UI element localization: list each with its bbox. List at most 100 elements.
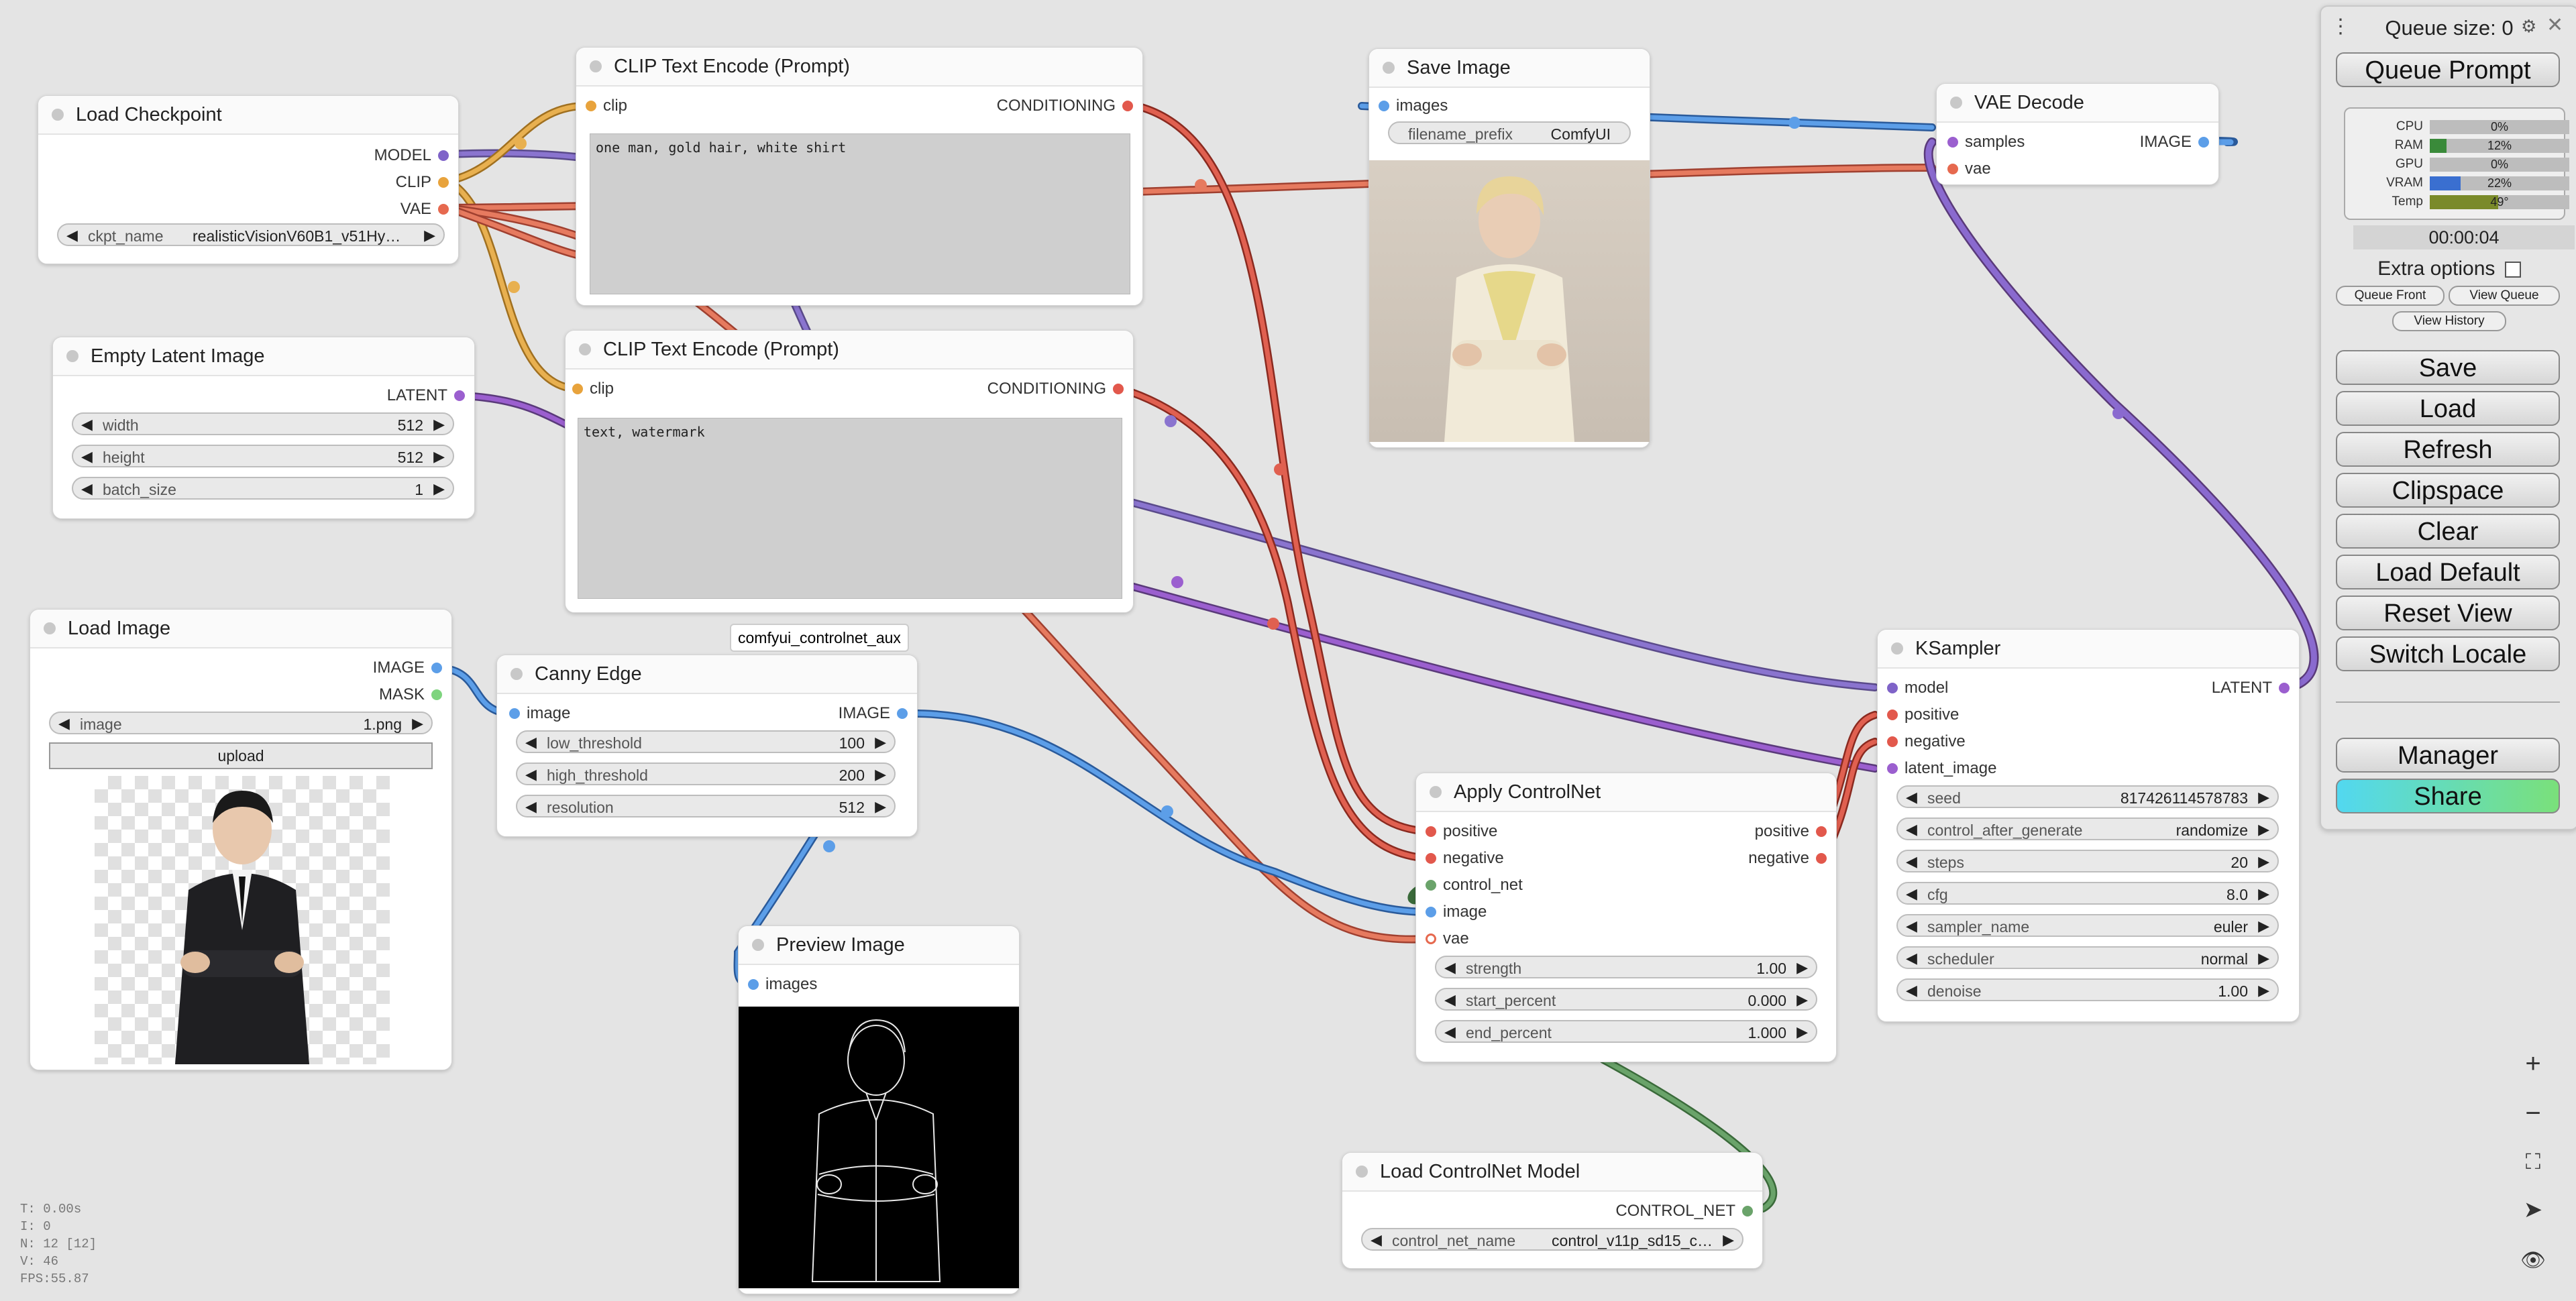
sampler-name-combo[interactable]: ◀ sampler_name euler ▶: [1896, 914, 2279, 937]
input-dot[interactable]: [1426, 826, 1436, 837]
input-images[interactable]: images: [1379, 96, 1448, 116]
collapse-dot[interactable]: [44, 622, 56, 634]
extra-options-checkbox[interactable]: [2504, 262, 2521, 278]
output-dot[interactable]: [2198, 137, 2209, 148]
input-vae[interactable]: vae: [1947, 159, 1991, 179]
output-dot[interactable]: [2279, 683, 2290, 693]
output-mask[interactable]: MASK: [379, 685, 442, 705]
node-title[interactable]: CLIP Text Encode (Prompt): [566, 331, 1133, 370]
input-dot[interactable]: [1379, 101, 1389, 111]
input-negative[interactable]: negative: [1426, 848, 1504, 868]
start-percent-number[interactable]: ◀ start_percent 0.000 ▶: [1435, 988, 1817, 1011]
output-dot[interactable]: [897, 708, 908, 719]
high-threshold-number[interactable]: ◀ high_threshold 200 ▶: [516, 762, 896, 785]
view-queue-button[interactable]: View Queue: [2449, 286, 2560, 306]
input-images[interactable]: images: [748, 974, 817, 995]
arrow-right-icon[interactable]: ▶: [875, 734, 886, 751]
input-vae[interactable]: vae: [1426, 929, 1469, 949]
reset-view-button[interactable]: Reset View: [2336, 596, 2560, 630]
arrow-right-icon[interactable]: ▶: [412, 715, 423, 732]
arrow-left-icon[interactable]: ◀: [1906, 982, 1917, 999]
settings-gear-icon[interactable]: ⚙: [2521, 16, 2536, 37]
collapse-dot[interactable]: [1891, 642, 1903, 655]
scheduler-combo[interactable]: ◀ scheduler normal ▶: [1896, 946, 2279, 969]
arrow-right-icon[interactable]: ▶: [2258, 821, 2269, 838]
upload-button[interactable]: upload: [49, 742, 433, 769]
arrow-left-icon[interactable]: ◀: [1906, 885, 1917, 903]
collapse-dot[interactable]: [752, 939, 764, 951]
arrow-right-icon[interactable]: ▶: [875, 766, 886, 783]
node-title[interactable]: Load Image: [30, 610, 451, 648]
visibility-eye-icon[interactable]: 👁: [2517, 1245, 2549, 1277]
collapse-dot[interactable]: [511, 668, 523, 680]
node-apply-controlnet[interactable]: Apply ControlNet positive negative contr…: [1415, 773, 1837, 1062]
zoom-out-icon[interactable]: −: [2517, 1097, 2549, 1129]
batch-size-number[interactable]: ◀ batch_size 1 ▶: [72, 477, 454, 500]
node-empty-latent-image[interactable]: Empty Latent Image LATENT ◀ width 512 ▶ ◀ he…: [52, 337, 475, 519]
arrow-left-icon[interactable]: ◀: [1444, 959, 1456, 976]
arrow-left-icon[interactable]: ◀: [81, 448, 93, 465]
node-load-controlnet-model[interactable]: Load ControlNet Model CONTROL_NET ◀ contr…: [1342, 1152, 1763, 1269]
input-dot[interactable]: [1887, 763, 1898, 774]
prompt-textarea[interactable]: text, watermark: [578, 418, 1122, 599]
input-dot[interactable]: [1426, 853, 1436, 864]
node-canny-edge[interactable]: Canny Edge image IMAGE ◀ low_threshold 100…: [496, 655, 918, 837]
arrow-left-icon[interactable]: ◀: [1906, 789, 1917, 806]
node-clip-text-encode-positive[interactable]: CLIP Text Encode (Prompt) clip CONDITION…: [576, 47, 1143, 306]
arrow-left-icon[interactable]: ◀: [525, 734, 537, 751]
output-model[interactable]: MODEL: [374, 146, 449, 166]
node-title[interactable]: Save Image: [1369, 49, 1650, 88]
save-button[interactable]: Save: [2336, 350, 2560, 385]
end-percent-number[interactable]: ◀ end_percent 1.000 ▶: [1435, 1020, 1817, 1043]
collapse-dot[interactable]: [1356, 1166, 1368, 1178]
input-dot[interactable]: [1887, 736, 1898, 747]
node-load-checkpoint[interactable]: Load Checkpoint MODEL CLIP VAE ◀ ckpt_na…: [38, 95, 459, 264]
image-combo[interactable]: ◀ image 1.png ▶: [49, 712, 433, 734]
refresh-button[interactable]: Refresh: [2336, 432, 2560, 467]
collapse-dot[interactable]: [579, 343, 591, 355]
input-dot[interactable]: [509, 708, 520, 719]
input-positive[interactable]: positive: [1887, 705, 1959, 725]
arrow-right-icon[interactable]: ▶: [433, 416, 445, 433]
node-title[interactable]: VAE Decode: [1937, 84, 2218, 123]
input-dot[interactable]: [1887, 683, 1898, 693]
arrow-right-icon[interactable]: ▶: [1796, 1023, 1808, 1041]
input-dot[interactable]: [586, 101, 596, 111]
node-vae-decode[interactable]: VAE Decode samples vae IMAGE: [1936, 83, 2219, 185]
input-samples[interactable]: samples: [1947, 132, 2025, 152]
steps-number[interactable]: ◀ steps 20 ▶: [1896, 850, 2279, 872]
output-negative[interactable]: negative: [1748, 848, 1827, 868]
arrow-right-icon[interactable]: ▶: [1723, 1231, 1734, 1249]
input-dot[interactable]: [1426, 934, 1436, 944]
arrow-left-icon[interactable]: ◀: [1906, 917, 1917, 935]
output-dot[interactable]: [431, 663, 442, 673]
collapse-dot[interactable]: [52, 109, 64, 121]
output-control-net[interactable]: CONTROL_NET: [1615, 1201, 1753, 1221]
arrow-left-icon[interactable]: ◀: [525, 798, 537, 815]
output-image[interactable]: IMAGE: [839, 703, 908, 724]
node-preview-image[interactable]: Preview Image images: [738, 925, 1020, 1294]
output-clip[interactable]: CLIP: [396, 172, 449, 192]
output-dot[interactable]: [438, 204, 449, 215]
output-dot[interactable]: [438, 150, 449, 161]
input-clip[interactable]: clip: [586, 96, 627, 116]
load-default-button[interactable]: Load Default: [2336, 555, 2560, 589]
fit-view-icon[interactable]: ⛶: [2517, 1145, 2549, 1178]
arrow-left-icon[interactable]: ◀: [1906, 821, 1917, 838]
filename-prefix-text[interactable]: filename_prefix ComfyUI: [1388, 121, 1631, 144]
output-dot[interactable]: [1742, 1206, 1753, 1217]
arrow-right-icon[interactable]: ▶: [433, 448, 445, 465]
cfg-number[interactable]: ◀ cfg 8.0 ▶: [1896, 882, 2279, 905]
input-clip[interactable]: clip: [572, 379, 614, 399]
input-dot[interactable]: [1426, 880, 1436, 891]
switch-locale-button[interactable]: Switch Locale: [2336, 636, 2560, 671]
seed-number[interactable]: ◀ seed 817426114578783 ▶: [1896, 785, 2279, 808]
collapse-dot[interactable]: [590, 60, 602, 72]
node-title[interactable]: Canny Edge: [497, 655, 917, 694]
node-ksampler[interactable]: KSampler model positive negative latent_…: [1877, 629, 2300, 1022]
arrow-right-icon[interactable]: ▶: [875, 798, 886, 815]
output-dot[interactable]: [438, 177, 449, 188]
node-title[interactable]: Empty Latent Image: [53, 337, 474, 376]
output-image[interactable]: IMAGE: [2140, 132, 2209, 152]
arrow-right-icon[interactable]: ▶: [2258, 789, 2269, 806]
